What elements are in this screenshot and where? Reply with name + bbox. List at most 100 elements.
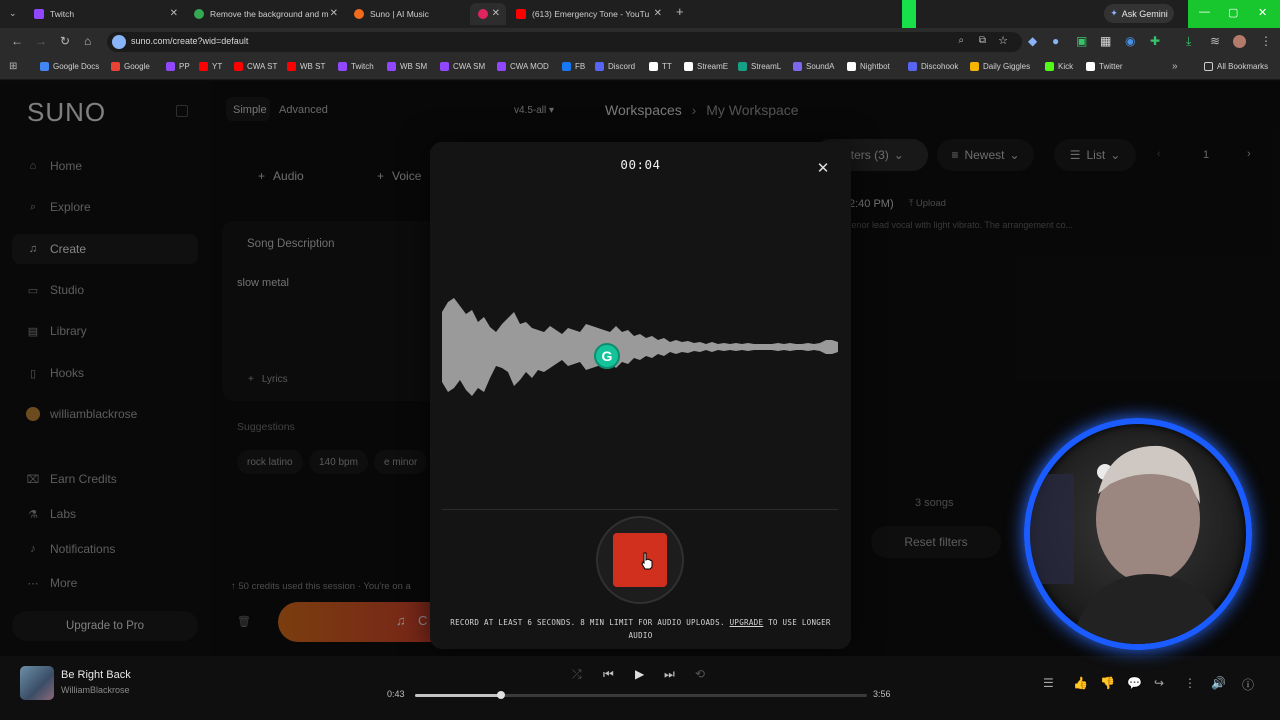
recording-timer: 00:04 xyxy=(620,157,661,172)
bookmark-item[interactable]: Discord xyxy=(595,62,635,71)
bookmark-icon xyxy=(111,62,120,71)
song-cover[interactable] xyxy=(20,666,54,700)
tab-recording[interactable]: ✕ xyxy=(470,3,506,25)
window-controls: — ▢ ✕ xyxy=(1188,0,1280,28)
share-icon[interactable]: ↪ xyxy=(1154,676,1164,690)
bookmark-icon xyxy=(387,62,396,71)
volume-icon[interactable]: 🔊 xyxy=(1211,676,1226,690)
bookmark-icon xyxy=(595,62,604,71)
reload-icon[interactable]: ↻ xyxy=(60,35,70,47)
comment-icon[interactable]: 💬 xyxy=(1127,676,1142,690)
info-icon[interactable]: ⓘ xyxy=(1242,676,1254,693)
bookmark-item[interactable]: Discohook xyxy=(908,62,958,71)
divider xyxy=(442,509,838,510)
bookmark-label: Kick xyxy=(1058,62,1074,71)
tab-remove-bg[interactable]: Remove the background and m ✕ xyxy=(186,3,344,25)
url-text[interactable]: suno.com/create?wid=default xyxy=(131,36,248,46)
tab-suno[interactable]: Suno | AI Music xyxy=(346,3,468,25)
install-icon[interactable]: ⧉ xyxy=(979,35,986,46)
bookmark-item[interactable]: Nightbot xyxy=(847,62,890,71)
progress-knob[interactable] xyxy=(496,691,505,699)
ask-gemini-button[interactable]: ✦ Ask Gemini xyxy=(1104,4,1174,23)
close-icon[interactable]: ✕ xyxy=(170,8,178,19)
tab-title: (613) Emergency Tone - YouTu xyxy=(532,9,650,19)
extension-icon[interactable]: ● xyxy=(1052,35,1059,47)
next-icon[interactable]: ⏭ xyxy=(664,667,675,682)
bookmark-item[interactable]: Kick xyxy=(1045,62,1073,71)
back-icon[interactable]: ← xyxy=(11,35,23,47)
bookmark-label: Google Docs xyxy=(53,62,100,71)
bookmark-item[interactable]: PP xyxy=(166,62,190,71)
bookmark-label: Twitter xyxy=(1099,62,1123,71)
progress-bar[interactable] xyxy=(415,691,867,699)
google-icon xyxy=(194,9,204,19)
bookmark-star-icon[interactable]: ☆ xyxy=(998,34,1008,47)
bookmark-label: TT xyxy=(662,62,672,71)
bookmark-item[interactable]: Google xyxy=(111,62,150,71)
bookmark-item[interactable]: StreamE xyxy=(684,62,728,71)
bookmark-label: StreamE xyxy=(697,62,729,71)
upgrade-link[interactable]: UPGRADE xyxy=(730,618,764,627)
repeat-icon[interactable]: ⟲ xyxy=(695,667,705,681)
download-icon[interactable]: ⤓ xyxy=(1186,35,1191,47)
bookmark-item[interactable]: WB ST xyxy=(287,62,325,71)
bookmark-item[interactable]: WB SM xyxy=(387,62,427,71)
bookmark-item[interactable]: Daily Giggles xyxy=(970,62,1030,71)
close-icon[interactable]: ✕ xyxy=(815,161,831,177)
site-info-icon[interactable] xyxy=(112,35,126,49)
plus-icon[interactable]: + xyxy=(676,5,684,18)
bookmark-item[interactable]: Google Docs xyxy=(40,62,99,71)
bookmark-item[interactable]: CWA MOD xyxy=(497,62,549,71)
extension-icon[interactable]: ▦ xyxy=(1100,35,1111,47)
extension-icon[interactable]: ≋ xyxy=(1210,35,1220,47)
bookmark-item[interactable]: Twitter xyxy=(1086,62,1123,71)
close-window-icon[interactable]: ✕ xyxy=(1258,6,1267,19)
bookmark-label: CWA ST xyxy=(247,62,278,71)
omnibox[interactable]: suno.com/create?wid=default ⌕ ⧉ ☆ xyxy=(107,32,1022,52)
extension-icon[interactable]: ▣ xyxy=(1076,35,1087,47)
apps-icon[interactable]: ⊞ xyxy=(9,61,17,73)
puzzle-icon[interactable]: ✚ xyxy=(1150,35,1160,47)
song-title[interactable]: Be Right Back xyxy=(61,669,131,681)
bookmark-item[interactable]: StreamL xyxy=(738,62,781,71)
close-icon[interactable]: ✕ xyxy=(492,8,500,19)
queue-icon[interactable]: ☰ xyxy=(1043,676,1054,690)
bookmark-item[interactable]: SoundA xyxy=(793,62,834,71)
record-icon xyxy=(478,9,488,19)
tab-twitch[interactable]: Twitch ✕ xyxy=(26,3,184,25)
shuffle-icon[interactable]: ⤮ xyxy=(572,667,582,682)
forward-icon[interactable]: → xyxy=(35,35,47,47)
tab-search-icon[interactable]: ⌄ xyxy=(9,7,17,19)
bookmark-item[interactable]: YT xyxy=(199,62,222,71)
play-icon[interactable]: ▶ xyxy=(635,667,644,681)
bookmark-item[interactable]: FB xyxy=(562,62,585,71)
like-icon[interactable]: 👍 xyxy=(1073,676,1088,690)
menu-icon[interactable]: ⋮ xyxy=(1260,35,1272,47)
cursor-hand-icon xyxy=(641,552,653,570)
previous-icon[interactable]: ⏮ xyxy=(603,667,614,682)
dislike-icon[interactable]: 👎 xyxy=(1100,676,1115,690)
folder-icon xyxy=(1204,62,1213,71)
bookmark-item[interactable]: CWA ST xyxy=(234,62,277,71)
all-bookmarks[interactable]: All Bookmarks xyxy=(1204,62,1268,71)
profile-avatar[interactable] xyxy=(1233,35,1246,48)
chevron-right-icon[interactable]: » xyxy=(1172,61,1178,73)
song-artist[interactable]: WilliamBlackrose xyxy=(61,685,130,695)
more-icon[interactable]: ⋮ xyxy=(1184,676,1196,690)
bookmark-label: Nightbot xyxy=(860,62,890,71)
tab-youtube[interactable]: (613) Emergency Tone - YouTu ✕ xyxy=(508,3,668,25)
bookmark-item[interactable]: TT xyxy=(649,62,672,71)
close-icon[interactable]: ✕ xyxy=(654,8,662,19)
tab-title: Remove the background and m xyxy=(210,9,329,19)
home-icon[interactable]: ⌂ xyxy=(84,35,91,47)
bookmark-label: Twitch xyxy=(351,62,374,71)
grammarly-icon[interactable]: G xyxy=(594,343,620,369)
close-icon[interactable]: ✕ xyxy=(330,8,338,19)
extension-icon[interactable]: ◉ xyxy=(1125,35,1135,47)
maximize-icon[interactable]: ▢ xyxy=(1228,6,1238,19)
extension-icon[interactable]: ◆ xyxy=(1028,35,1037,47)
bookmark-item[interactable]: CWA SM xyxy=(440,62,485,71)
zoom-icon[interactable]: ⌕ xyxy=(958,35,964,46)
minimize-icon[interactable]: — xyxy=(1199,6,1210,18)
bookmark-item[interactable]: Twitch xyxy=(338,62,374,71)
